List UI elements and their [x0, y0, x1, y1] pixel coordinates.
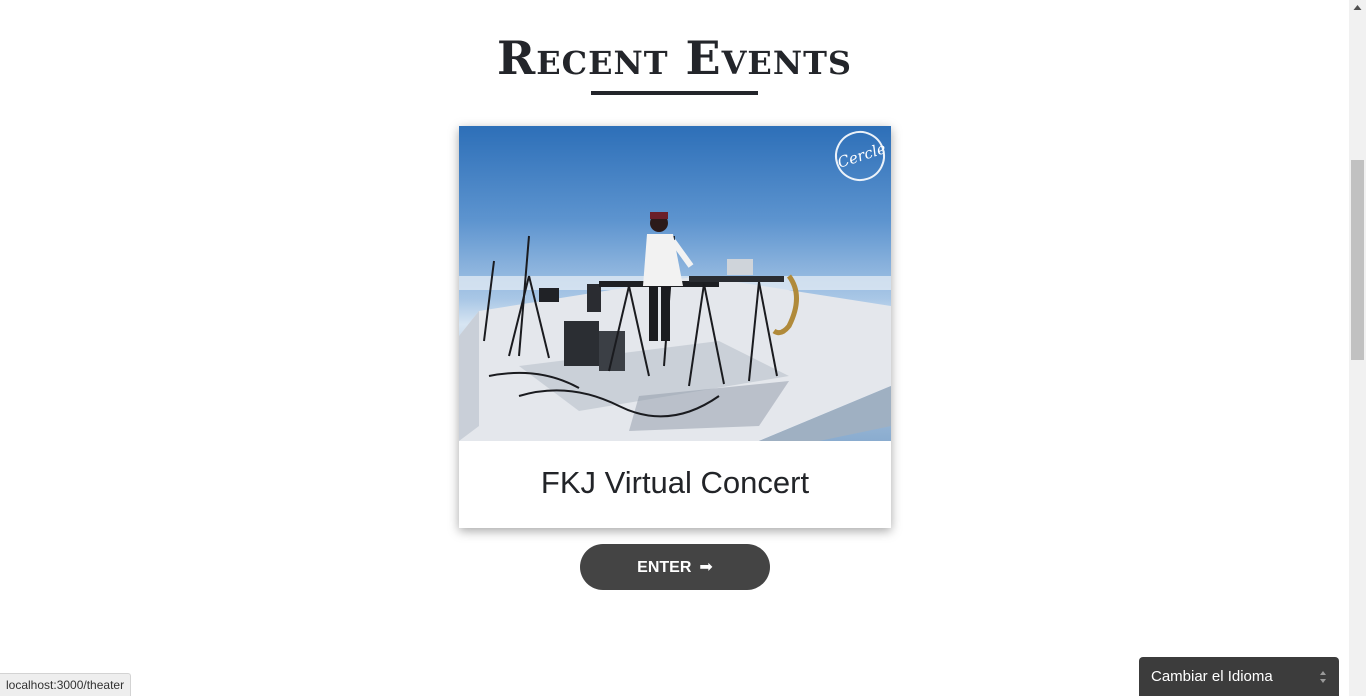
language-selector[interactable]: Cambiar el Idioma [1139, 657, 1339, 696]
event-card[interactable]: Cercle FKJ Virtual Concert [459, 126, 891, 528]
right-arrow-icon: ➡ [699, 557, 713, 576]
section-title: Recent Events [496, 31, 852, 85]
title-underline [591, 91, 758, 95]
scrollbar-thumb[interactable] [1351, 160, 1364, 360]
concert-photo [459, 212, 891, 441]
event-image[interactable]: Cercle [459, 126, 891, 441]
status-bar-url: localhost:3000/theater [0, 673, 132, 696]
main-content: Recent Events Cercle FKJ Virtual Concert… [0, 0, 1349, 696]
scroll-up-arrow-icon[interactable] [1349, 0, 1366, 17]
enter-button[interactable]: ENTER ➡ [580, 544, 770, 590]
event-title: FKJ Virtual Concert [540, 465, 810, 500]
page: Recent Events Cercle FKJ Virtual Concert… [0, 0, 1366, 696]
vertical-scrollbar[interactable] [1349, 0, 1366, 696]
language-selector-label: Cambiar el Idioma [1151, 668, 1273, 685]
select-chevrons-icon [1320, 671, 1326, 683]
enter-button-label: ENTER [637, 559, 692, 576]
